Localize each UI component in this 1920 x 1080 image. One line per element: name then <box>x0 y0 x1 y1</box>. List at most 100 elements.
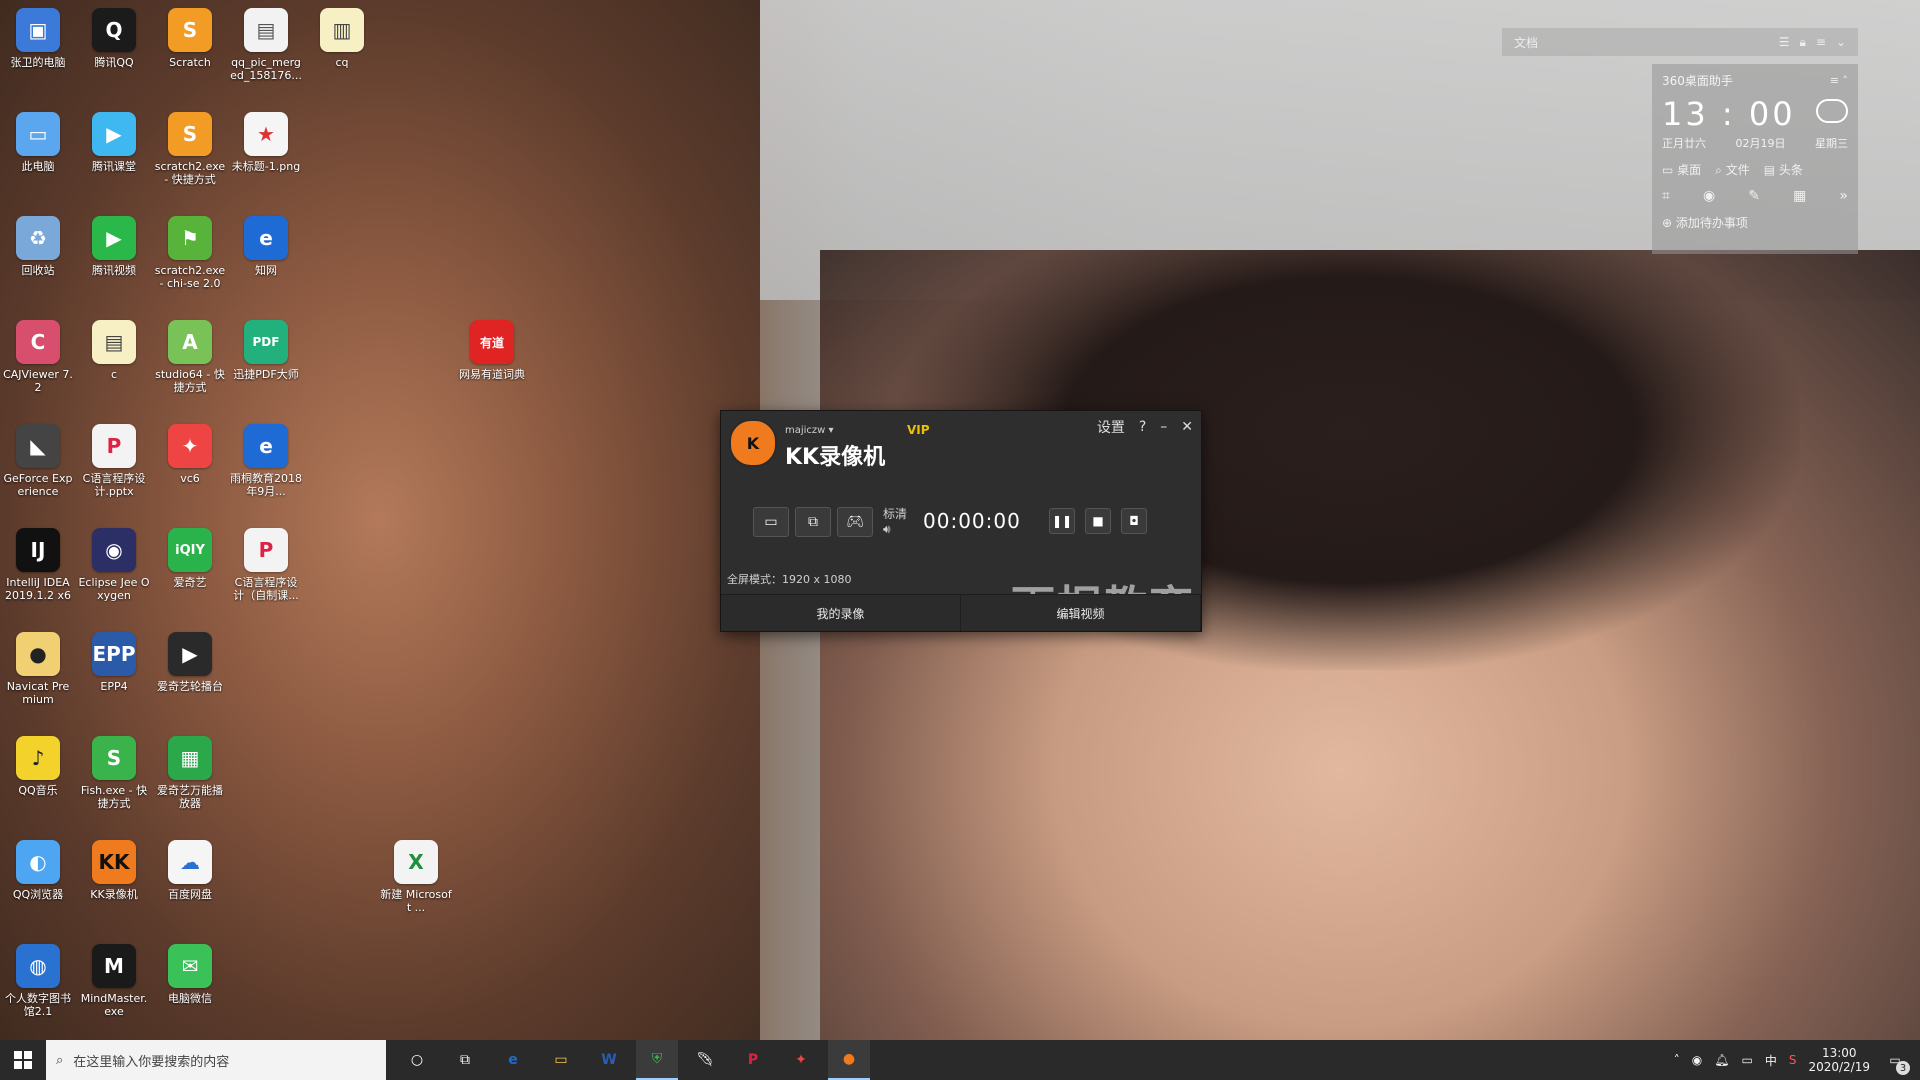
desktop-icon-label: 腾讯视频 <box>92 264 136 277</box>
desktop-action[interactable]: ▭ 桌面 <box>1662 161 1701 178</box>
kk-user[interactable]: majiczw ▾ <box>785 425 834 436</box>
edge-taskbar-button[interactable]: e <box>492 1040 534 1080</box>
desktop-icon[interactable]: P C语言程序设计.pptx <box>78 424 150 498</box>
taskbar: ⌕ 在这里输入你要搜索的内容 ○ ⧉ e ▭ W ⛨ 🪶︎ P ✦ ● ˄ ◉ … <box>0 1040 1920 1080</box>
desktop-icon[interactable]: ▥ cq <box>306 8 378 69</box>
desktop-icon[interactable]: IJ IntelliJ IDEA 2019.1.2 x64 <box>2 528 74 602</box>
lock-icon[interactable]: 🔒︎ <box>1799 35 1805 50</box>
desktop-icon[interactable]: ● Navicat Premium <box>2 632 74 706</box>
desktop-icon[interactable]: iQIY 爱奇艺 <box>154 528 226 589</box>
kk-taskbar-button[interactable]: ● <box>828 1040 870 1080</box>
desktop-icon[interactable]: P C语言程序设计（自制课... <box>230 528 302 602</box>
desktop-icon[interactable]: ★ 未标题-1.png <box>230 112 302 173</box>
desktop-icon[interactable]: ⚑ scratch2.exe - chi-se 2.0 <box>154 216 226 290</box>
camera-button[interactable]: ◘ <box>1121 508 1147 534</box>
list-icon[interactable]: ☰ <box>1779 35 1790 50</box>
start-button[interactable] <box>0 1040 46 1080</box>
desktop-icon[interactable]: KK KK录像机 <box>78 840 150 901</box>
desktop-icon[interactable]: A studio64 - 快捷方式 <box>154 320 226 394</box>
notification-bell-icon[interactable]: 🔔︎ <box>1714 1053 1729 1067</box>
file-explorer-button[interactable]: ▭ <box>540 1040 582 1080</box>
clock-time: 13:00 <box>1821 1046 1857 1060</box>
kk-settings-button[interactable]: 设置 <box>1097 417 1125 437</box>
chevron-up-icon[interactable]: ˄ <box>1674 1053 1680 1067</box>
calculator-icon[interactable]: ▦ <box>1793 188 1806 204</box>
sogou-icon[interactable]: S <box>1789 1053 1797 1067</box>
desktop-icon-label: QQ音乐 <box>18 784 58 797</box>
feather-app-button[interactable]: 🪶︎ <box>684 1040 726 1080</box>
cortana-button[interactable]: ○ <box>396 1040 438 1080</box>
desktop-icon[interactable]: ▣ 张卫的电脑 <box>2 8 74 69</box>
desktop-icon[interactable]: X 新建 Microsoft ... <box>380 840 452 914</box>
task-view-button[interactable]: ⧉ <box>444 1040 486 1080</box>
security-button[interactable]: ⛨ <box>636 1040 678 1080</box>
desktop-icon-label: 腾讯QQ <box>94 56 134 69</box>
desktop-icon[interactable]: ♪ QQ音乐 <box>2 736 74 797</box>
region-mode-button[interactable]: ⧉ <box>795 507 831 537</box>
desktop-icon[interactable]: S Scratch <box>154 8 226 69</box>
file-action[interactable]: ⌕ 文件 <box>1715 161 1750 178</box>
chevron-down-icon[interactable]: ⌄ <box>1836 35 1846 50</box>
network-icon[interactable]: ▭ <box>1741 1053 1752 1067</box>
desktop-icon[interactable]: ▶ 腾讯视频 <box>78 216 150 277</box>
desktop-icon[interactable]: ▦ 爱奇艺万能播放器 <box>154 736 226 810</box>
word-button[interactable]: W <box>588 1040 630 1080</box>
desktop-icon[interactable]: ▶ 爱奇艺轮播台 <box>154 632 226 693</box>
desktop-icon[interactable]: ◣ GeForce Experience <box>2 424 74 498</box>
windows-icon <box>14 1051 32 1069</box>
desktop-icon[interactable]: ▤ c <box>78 320 150 381</box>
ime-indicator[interactable]: 中 <box>1765 1052 1777 1069</box>
speaker-icon[interactable]: 🔊︎ <box>883 522 923 537</box>
desktop-icon[interactable]: M MindMaster.exe <box>78 944 150 1018</box>
desktop-icon[interactable]: Q 腾讯QQ <box>78 8 150 69</box>
desktop-icon[interactable]: ◉ Eclipse Jee Oxygen <box>78 528 150 602</box>
kk-help-button[interactable]: ? <box>1139 419 1146 435</box>
desktop-icon[interactable]: EPP EPP4 <box>78 632 150 693</box>
desktop-icon[interactable]: ◐ QQ浏览器 <box>2 840 74 901</box>
my-recordings-tab[interactable]: 我的录像 <box>721 595 961 631</box>
menu-icon[interactable]: ≡ <box>1816 35 1826 50</box>
desktop-icon[interactable]: ☁ 百度网盘 <box>154 840 226 901</box>
eye-icon[interactable]: ◉ <box>1703 188 1715 204</box>
more-icon[interactable]: » <box>1839 188 1848 204</box>
desktop-icon-label: cq <box>335 56 349 69</box>
crop-icon[interactable]: ⌗ <box>1662 188 1670 204</box>
desktop-icon[interactable]: e 雨桐教育2018年9月... <box>230 424 302 498</box>
wechat-icon: ✉ <box>168 944 212 988</box>
desktop-icon[interactable]: PDF 迅捷PDF大师 <box>230 320 302 381</box>
antivirus-icon[interactable]: ◉ <box>1692 1053 1702 1067</box>
action-center-button[interactable]: ▭ 3 <box>1882 1047 1910 1075</box>
kk-window-controls: 设置 ? – ✕ <box>1097 417 1193 437</box>
kk-close-button[interactable]: ✕ <box>1181 419 1193 435</box>
vc6-taskbar-button[interactable]: ✦ <box>780 1040 822 1080</box>
note-icon[interactable]: ✎ <box>1748 188 1760 204</box>
powerpoint-button[interactable]: P <box>732 1040 774 1080</box>
desktop-icon[interactable]: ✉ 电脑微信 <box>154 944 226 1005</box>
edit-video-tab[interactable]: 编辑视频 <box>961 595 1201 631</box>
helper-menu-icon[interactable]: ≡ ˄ <box>1830 74 1848 87</box>
desktop-icon[interactable]: ♻ 回收站 <box>2 216 74 277</box>
kk-vip-badge[interactable]: VIP <box>907 423 930 437</box>
desktop-icon[interactable]: ✦ vc6 <box>154 424 226 485</box>
desktop-icon[interactable]: S scratch2.exe - 快捷方式 <box>154 112 226 186</box>
desktop-icon[interactable]: e 知网 <box>230 216 302 277</box>
add-todo[interactable]: ⊕ 添加待办事项 <box>1662 214 1848 231</box>
pause-button[interactable]: ❚❚ <box>1049 508 1075 534</box>
desktop-icon-label: 未标题-1.png <box>231 160 301 173</box>
kk-quality[interactable]: 标清 🔊︎ <box>883 505 923 537</box>
desktop-icon[interactable]: ▭ 此电脑 <box>2 112 74 173</box>
documents-bar[interactable]: 文档 ☰ 🔒︎ ≡ ⌄ <box>1502 28 1858 56</box>
game-mode-button[interactable]: 🎮︎ <box>837 507 873 537</box>
stop-button[interactable]: ■ <box>1085 508 1111 534</box>
desktop-icon[interactable]: ◍ 个人数字图书馆2.1 <box>2 944 74 1018</box>
taskbar-clock[interactable]: 13:00 2020/2/19 <box>1808 1046 1870 1074</box>
desktop-icon[interactable]: ▶ 腾讯课堂 <box>78 112 150 173</box>
headline-action[interactable]: ▤ 头条 <box>1764 161 1803 178</box>
kk-minimize-button[interactable]: – <box>1160 419 1167 435</box>
taskbar-search[interactable]: ⌕ 在这里输入你要搜索的内容 <box>46 1040 386 1080</box>
desktop-icon[interactable]: C CAJViewer 7.2 <box>2 320 74 394</box>
desktop-icon[interactable]: S Fish.exe - 快捷方式 <box>78 736 150 810</box>
desktop-icon[interactable]: ▤ qq_pic_merged_158176... <box>230 8 302 82</box>
fullscreen-mode-button[interactable]: ▭ <box>753 507 789 537</box>
desktop-icon[interactable]: 有道 网易有道词典 <box>456 320 528 381</box>
